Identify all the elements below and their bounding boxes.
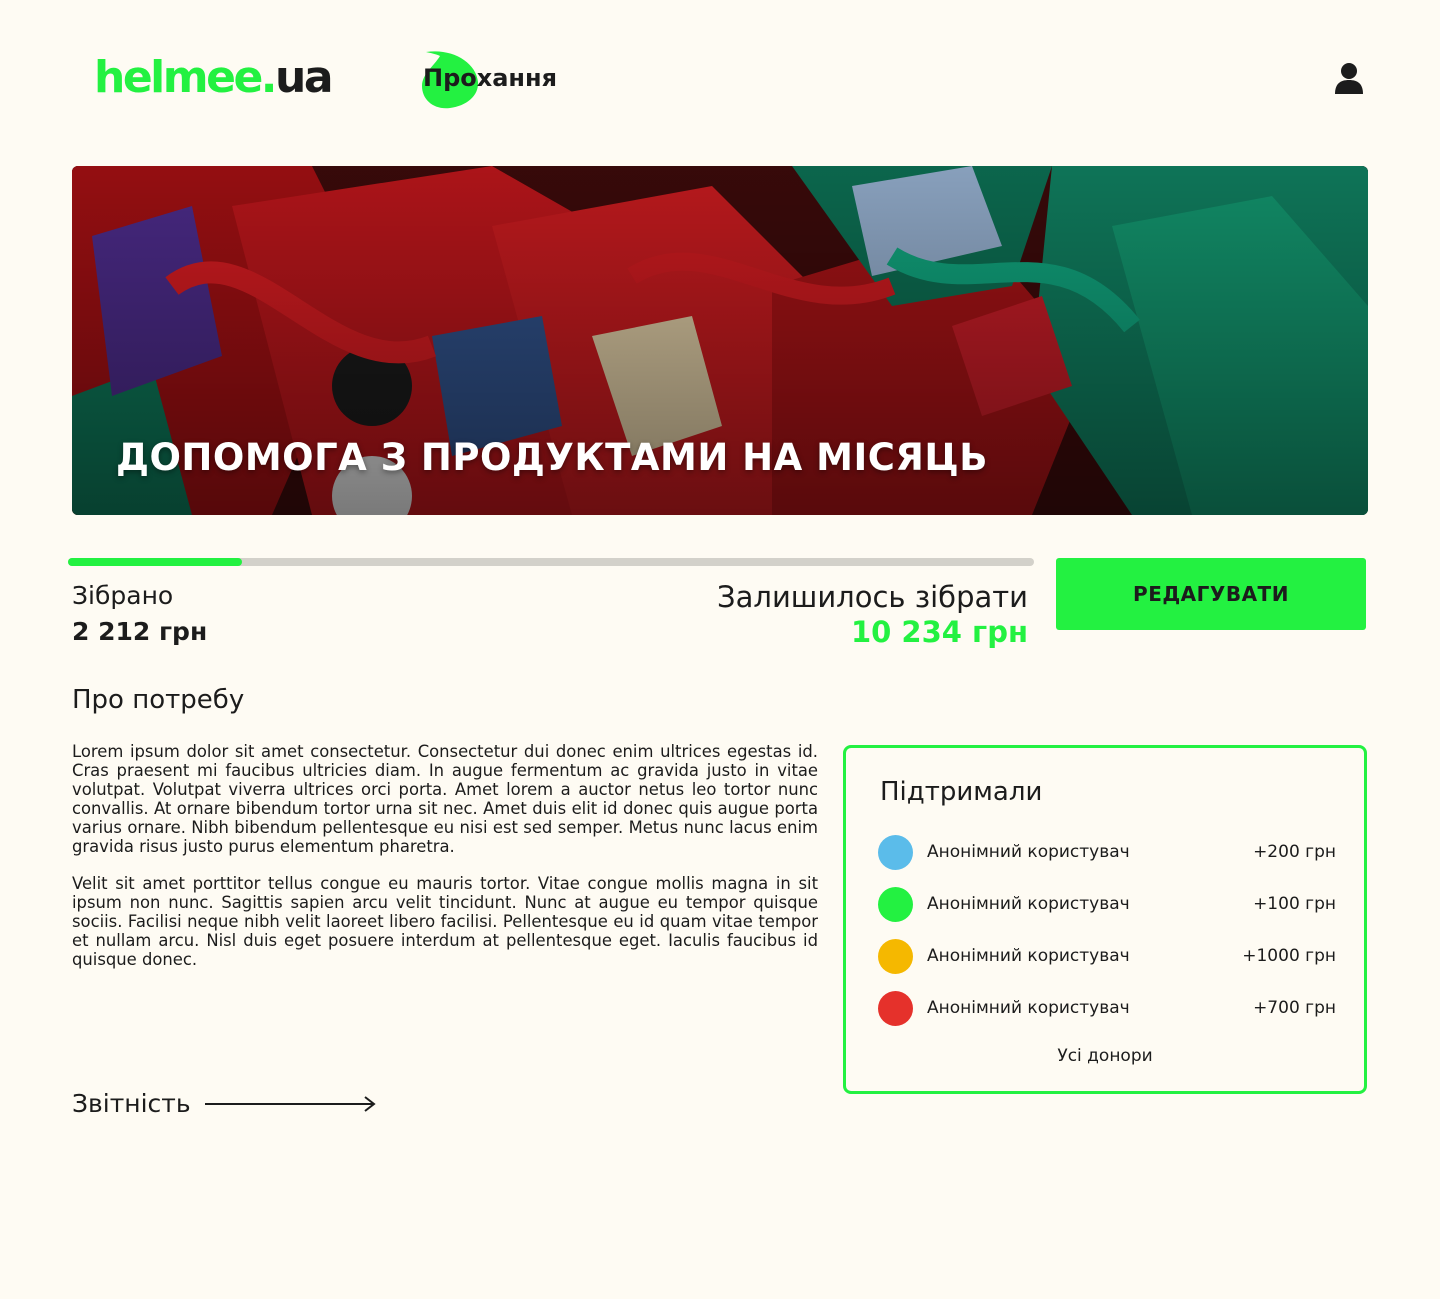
donor-name: Анонімний користувач [927,842,1130,862]
donor-amount: +1000 грн [1242,946,1336,966]
about-title: Про потребу [72,685,245,715]
remaining-value: 10 234 грн [850,615,1028,649]
arrow-right-icon [204,1096,376,1112]
progress-fill [68,558,242,566]
donor-name: Анонімний користувач [927,998,1130,1018]
donor-row: Анонімний користувач +1000 грн [878,938,1336,974]
donor-amount: +200 грн [1253,842,1336,862]
edit-button[interactable]: РЕДАГУВАТИ [1056,558,1366,630]
remaining-label: Залишилось зібрати [717,580,1028,614]
hero-banner: ДОПОМОГА З ПРОДУКТАМИ НА МІСЯЦЬ [72,166,1368,515]
donor-row: Анонімний користувач +100 грн [878,886,1336,922]
nav-requests-link[interactable]: Прохання [423,64,557,92]
profile-button[interactable] [1331,60,1367,96]
progress-bar [68,558,1034,566]
supporters-title: Підтримали [880,777,1043,807]
logo-main-text: helmee. [94,52,278,103]
donor-amount: +700 грн [1253,998,1336,1018]
user-icon [1335,63,1363,94]
collected-label: Зібрано [72,581,174,610]
reports-label: Звітність [72,1089,191,1118]
donor-name: Анонімний користувач [927,894,1130,914]
donor-amount: +100 грн [1253,894,1336,914]
about-paragraph: Velit sit amet porttitor tellus congue e… [72,874,818,969]
donor-name: Анонімний користувач [927,946,1130,966]
logo-tld-text: ua [275,52,334,103]
hero-title: ДОПОМОГА З ПРОДУКТАМИ НА МІСЯЦЬ [116,436,988,479]
reports-link[interactable]: Звітність [72,1088,377,1120]
about-paragraph: Lorem ipsum dolor sit amet consectetur. … [72,742,818,856]
helmee-logo[interactable]: helmee.ua [94,46,479,110]
donor-avatar [878,938,913,974]
all-donors-link[interactable]: Усі донори [846,1046,1364,1066]
supporters-card: Підтримали Анонімний користувач +200 грн… [843,745,1367,1094]
donor-avatar [878,990,913,1026]
collected-value: 2 212 грн [72,617,208,646]
donor-avatar [878,834,913,870]
donor-row: Анонімний користувач +200 грн [878,834,1336,870]
page: helmee.ua Прохання ДОПОМОГА З ПРОДУКТАМИ… [0,0,1440,1299]
donor-row: Анонімний користувач +700 грн [878,990,1336,1026]
about-text: Lorem ipsum dolor sit amet consectetur. … [72,742,818,969]
donor-avatar [878,886,913,922]
logo-text: helmee.ua [94,56,334,100]
